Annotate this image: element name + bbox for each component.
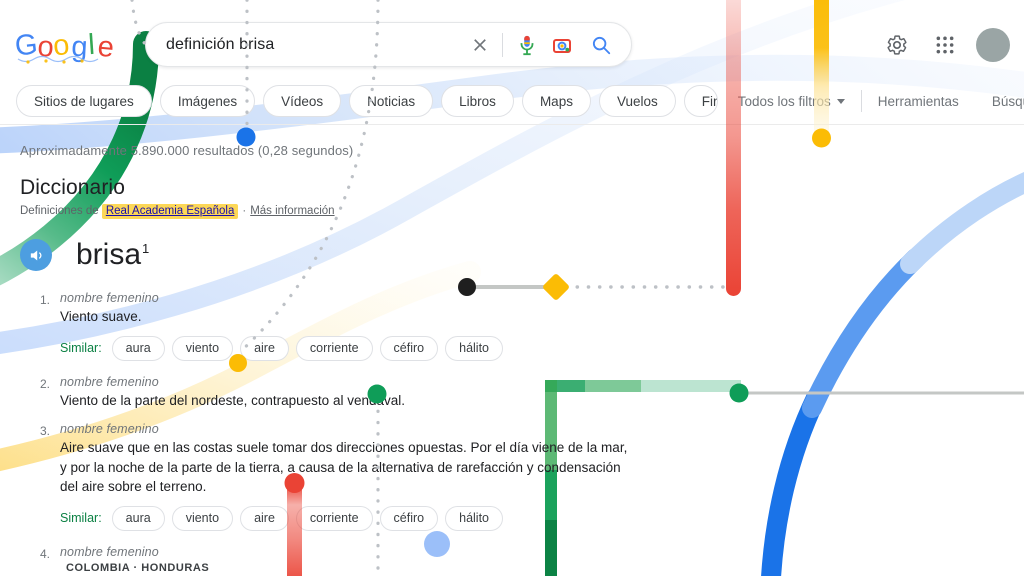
microphone-icon[interactable] bbox=[513, 30, 541, 60]
search-box[interactable]: definición brisa bbox=[145, 22, 632, 67]
filters-group: Todos los filtros Herramientas Búsqueda … bbox=[738, 90, 1024, 112]
chip-maps[interactable]: Maps bbox=[521, 85, 591, 117]
synonym-chip[interactable]: aura bbox=[111, 335, 165, 361]
chip-finanzas-truncated[interactable]: Fir bbox=[683, 85, 718, 117]
chip-vuelos[interactable]: Vuelos bbox=[598, 85, 676, 117]
more-info-link[interactable]: Más información bbox=[250, 205, 334, 217]
header-actions bbox=[880, 28, 1010, 62]
headword-text: brisa bbox=[76, 238, 142, 271]
chip-imagenes[interactable]: Imágenes bbox=[159, 85, 256, 117]
svg-text:l: l bbox=[87, 29, 96, 61]
synonym-chip[interactable]: céfiro bbox=[379, 505, 439, 531]
chip-noticias[interactable]: Noticias bbox=[349, 85, 434, 117]
svg-text:e: e bbox=[96, 31, 115, 64]
similar-row-1: Similar: aura viento aire corriente céfi… bbox=[60, 335, 660, 361]
sense-definition-2: Viento de la parte del nordeste, contrap… bbox=[60, 392, 405, 408]
close-icon[interactable] bbox=[464, 29, 496, 61]
apps-grid-icon[interactable] bbox=[928, 28, 962, 62]
sense-pos-3: nombre femenino bbox=[60, 422, 159, 437]
similar-label-3: Similar: bbox=[60, 511, 102, 526]
synonym-chip[interactable]: céfiro bbox=[379, 335, 439, 361]
chip-sitios-de-lugares[interactable]: Sitios de lugares bbox=[16, 85, 152, 117]
headword: brisa1 bbox=[76, 240, 149, 270]
synonym-chip[interactable]: hálito bbox=[445, 505, 504, 531]
source-link[interactable]: Real Academia Española bbox=[101, 204, 239, 219]
similar-label-1: Similar: bbox=[60, 341, 102, 356]
headword-homograph: 1 bbox=[142, 241, 150, 256]
synonym-chip[interactable]: viento bbox=[171, 335, 234, 361]
filter-chips-row: Sitios de lugares Imágenes Vídeos Notici… bbox=[0, 83, 1024, 119]
sense-item-2: 2. nombre femenino Viento de la parte de… bbox=[36, 375, 660, 421]
similar-row-3: Similar: aura viento aire corriente céfi… bbox=[60, 505, 660, 531]
source-separator: · bbox=[242, 205, 247, 217]
sense-pos-4: nombre femenino bbox=[60, 544, 159, 559]
google-lens-icon[interactable] bbox=[547, 30, 577, 60]
google-logo[interactable]: G o o g l e bbox=[13, 28, 120, 66]
svg-text:g: g bbox=[71, 31, 89, 64]
header-divider bbox=[0, 124, 1024, 125]
dictionary-source: Definiciones de Real Academia Española · M… bbox=[20, 204, 660, 219]
word-row: brisa1 bbox=[20, 239, 660, 271]
sense-definition-3: Aire suave que en las costas suele tomar… bbox=[60, 440, 628, 495]
sense-region-4: COLOMBIA · HONDURAS bbox=[66, 561, 210, 574]
gear-icon[interactable] bbox=[880, 28, 914, 62]
sense-number-4: 4. bbox=[39, 546, 50, 561]
all-filters-label: Todos los filtros bbox=[737, 93, 831, 109]
synonym-chip[interactable]: corriente bbox=[295, 505, 373, 531]
tools-button[interactable]: Herramientas bbox=[878, 94, 959, 109]
all-filters-button[interactable]: Todos los filtros bbox=[738, 94, 845, 109]
synonym-chip[interactable]: corriente bbox=[295, 335, 373, 361]
synonym-chip[interactable]: viento bbox=[171, 505, 234, 531]
sense-pos-1: nombre femenino bbox=[60, 291, 159, 305]
search-results-page: G o o g l e definición brisa Sitios de l… bbox=[0, 0, 1024, 576]
sense-definition-1: Viento suave. bbox=[60, 309, 142, 324]
filters-divider bbox=[860, 90, 862, 112]
sense-list: 1. nombre femenino Viento suave. Similar… bbox=[36, 291, 660, 576]
sense-number-3: 3. bbox=[39, 424, 50, 439]
dictionary-title: Diccionario bbox=[20, 176, 125, 199]
speaker-icon[interactable] bbox=[20, 239, 52, 271]
sense-number-2: 2. bbox=[39, 376, 50, 391]
sense-number-1: 1. bbox=[39, 293, 50, 307]
synonym-chip[interactable]: aire bbox=[240, 505, 289, 531]
sense-item-4: 4. nombre femenino COLOMBIA · HONDURAS l… bbox=[36, 545, 660, 576]
page-header: G o o g l e definición brisa bbox=[0, 0, 1024, 78]
source-prefix: Definiciones de bbox=[20, 205, 99, 217]
synonym-chip[interactable]: aire bbox=[240, 335, 289, 361]
search-divider bbox=[502, 32, 503, 57]
result-stats: Aproximadamente 5.890.000 resultados (0,… bbox=[20, 143, 354, 158]
search-input[interactable]: definición brisa bbox=[166, 36, 464, 54]
synonym-chip[interactable]: hálito bbox=[445, 335, 504, 361]
sense-pos-2: nombre femenino bbox=[60, 374, 159, 389]
chip-videos[interactable]: Vídeos bbox=[263, 85, 342, 117]
sense-item-3: 3. nombre femenino Aire suave que en las… bbox=[36, 422, 660, 543]
chip-libros[interactable]: Libros bbox=[441, 85, 514, 117]
safe-search-button[interactable]: Búsqueda Segura bbox=[992, 94, 1024, 109]
sense-item-1: 1. nombre femenino Viento suave. Similar… bbox=[36, 291, 660, 373]
chevron-down-icon bbox=[836, 98, 845, 104]
dictionary-card: Diccionario Definiciones de Real Academi… bbox=[20, 176, 660, 576]
avatar[interactable] bbox=[976, 28, 1010, 62]
search-icon[interactable] bbox=[585, 30, 617, 60]
synonym-chip[interactable]: aura bbox=[111, 505, 165, 531]
safe-search-label: Búsqueda Segura bbox=[991, 93, 1024, 109]
